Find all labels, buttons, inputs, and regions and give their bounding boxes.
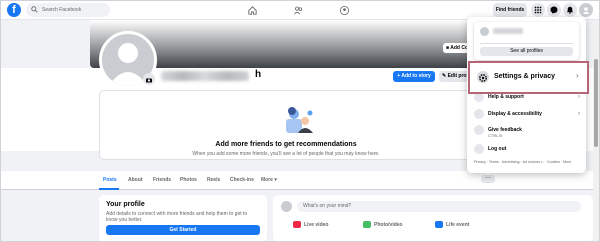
search-input[interactable]: Search Facebook bbox=[26, 3, 110, 17]
account-avatar-button[interactable] bbox=[579, 3, 593, 17]
chevron-right-icon: › bbox=[576, 71, 579, 80]
feedback-icon bbox=[474, 125, 484, 135]
account-menu: See all profiles Help & support › Displa… bbox=[467, 17, 586, 173]
browser-frame: f Search Facebook Find friends ■ Add Co … bbox=[0, 0, 600, 242]
account-avatar-icon bbox=[582, 7, 590, 14]
photo-video-label: Photo/video bbox=[374, 221, 403, 228]
tab-photos[interactable]: Photos bbox=[180, 177, 197, 183]
help-support-label: Help & support bbox=[488, 94, 524, 100]
tab-more[interactable]: More ▾ bbox=[261, 177, 277, 183]
active-tab-indicator bbox=[99, 188, 119, 190]
bell-icon bbox=[566, 6, 574, 14]
scrollbar-thumb[interactable] bbox=[594, 59, 598, 147]
profile-tabs: Posts About Friends Photos Reels Check-i… bbox=[1, 171, 599, 190]
search-icon bbox=[31, 6, 38, 13]
recommendations-subtitle: When you add some more friends, you'll s… bbox=[192, 151, 380, 157]
recommendations-card: Add more friends to get recommendations … bbox=[99, 90, 473, 160]
get-started-button[interactable]: Get Started bbox=[106, 225, 260, 235]
live-video-button[interactable]: Live video bbox=[293, 221, 328, 228]
search-placeholder: Search Facebook bbox=[42, 7, 82, 13]
settings-privacy-label[interactable]: Settings & privacy bbox=[494, 73, 555, 80]
tab-about[interactable]: About bbox=[128, 177, 142, 183]
add-to-story-button[interactable]: + Add to story bbox=[393, 71, 435, 82]
life-event-label: Life event bbox=[446, 221, 470, 228]
photo-icon bbox=[363, 221, 371, 228]
give-feedback-shortcut: CTRL B bbox=[488, 133, 503, 138]
post-composer-card: What's on your mind? Live video Photo/vi… bbox=[273, 195, 593, 241]
profile-name: h bbox=[255, 69, 262, 80]
facebook-logo[interactable]: f bbox=[7, 3, 21, 17]
moon-icon bbox=[474, 109, 484, 119]
life-event-icon bbox=[435, 221, 443, 228]
profile-name-redacted bbox=[161, 71, 249, 81]
menu-profile-card[interactable]: See all profiles bbox=[474, 22, 579, 60]
logout-icon bbox=[474, 144, 484, 154]
people-illustration-icon bbox=[286, 107, 313, 133]
your-profile-title: Your profile bbox=[106, 201, 145, 208]
see-all-profiles-button[interactable]: See all profiles bbox=[480, 47, 573, 56]
menu-profile-avatar bbox=[480, 27, 489, 36]
menu-divider bbox=[480, 43, 573, 44]
menu-profile-name-redacted bbox=[493, 28, 523, 34]
composer-avatar bbox=[281, 201, 292, 212]
notifications-button[interactable] bbox=[563, 3, 577, 17]
tabs-more-options-button[interactable]: ··· bbox=[481, 175, 495, 183]
tab-check-ins[interactable]: Check-ins bbox=[230, 177, 254, 183]
camera-icon[interactable] bbox=[143, 73, 155, 85]
your-profile-card: Your profile Add details to connect with… bbox=[99, 195, 267, 241]
chevron-right-icon: › bbox=[578, 111, 580, 117]
tab-reels[interactable]: Reels bbox=[207, 177, 220, 183]
live-video-label: Live video bbox=[304, 221, 329, 228]
tab-friends[interactable]: Friends bbox=[153, 177, 171, 183]
messenger-icon bbox=[550, 6, 558, 14]
life-event-button[interactable]: Life event bbox=[435, 221, 469, 228]
recommendations-title: Add more friends to get recommendations bbox=[215, 141, 357, 148]
grid-icon bbox=[534, 6, 542, 14]
menu-item-give-feedback[interactable]: Give feedback CTRL B bbox=[474, 123, 582, 141]
home-icon[interactable] bbox=[247, 5, 258, 16]
find-friends-button[interactable]: Find friends bbox=[493, 3, 527, 17]
friends-icon[interactable] bbox=[293, 5, 304, 16]
chevron-right-icon: › bbox=[578, 94, 580, 100]
your-profile-description: Add details to connect with more friends… bbox=[106, 211, 248, 223]
menu-grid-button[interactable] bbox=[531, 3, 545, 17]
gear-icon bbox=[477, 71, 489, 83]
menu-item-log-out[interactable]: Log out bbox=[474, 142, 582, 156]
messenger-button[interactable] bbox=[547, 3, 561, 17]
log-out-label: Log out bbox=[488, 146, 507, 152]
photo-video-button[interactable]: Photo/video bbox=[363, 221, 403, 228]
menu-item-display-accessibility[interactable]: Display & accessibility › bbox=[474, 107, 582, 121]
groups-icon[interactable] bbox=[339, 5, 350, 16]
display-accessibility-label: Display & accessibility bbox=[488, 111, 542, 117]
live-video-icon bbox=[293, 221, 301, 228]
composer-input[interactable]: What's on your mind? bbox=[297, 201, 581, 212]
menu-footer-links[interactable]: Privacy · Terms · Advertising · Ad choic… bbox=[474, 160, 579, 165]
tab-posts[interactable]: Posts bbox=[103, 177, 117, 183]
